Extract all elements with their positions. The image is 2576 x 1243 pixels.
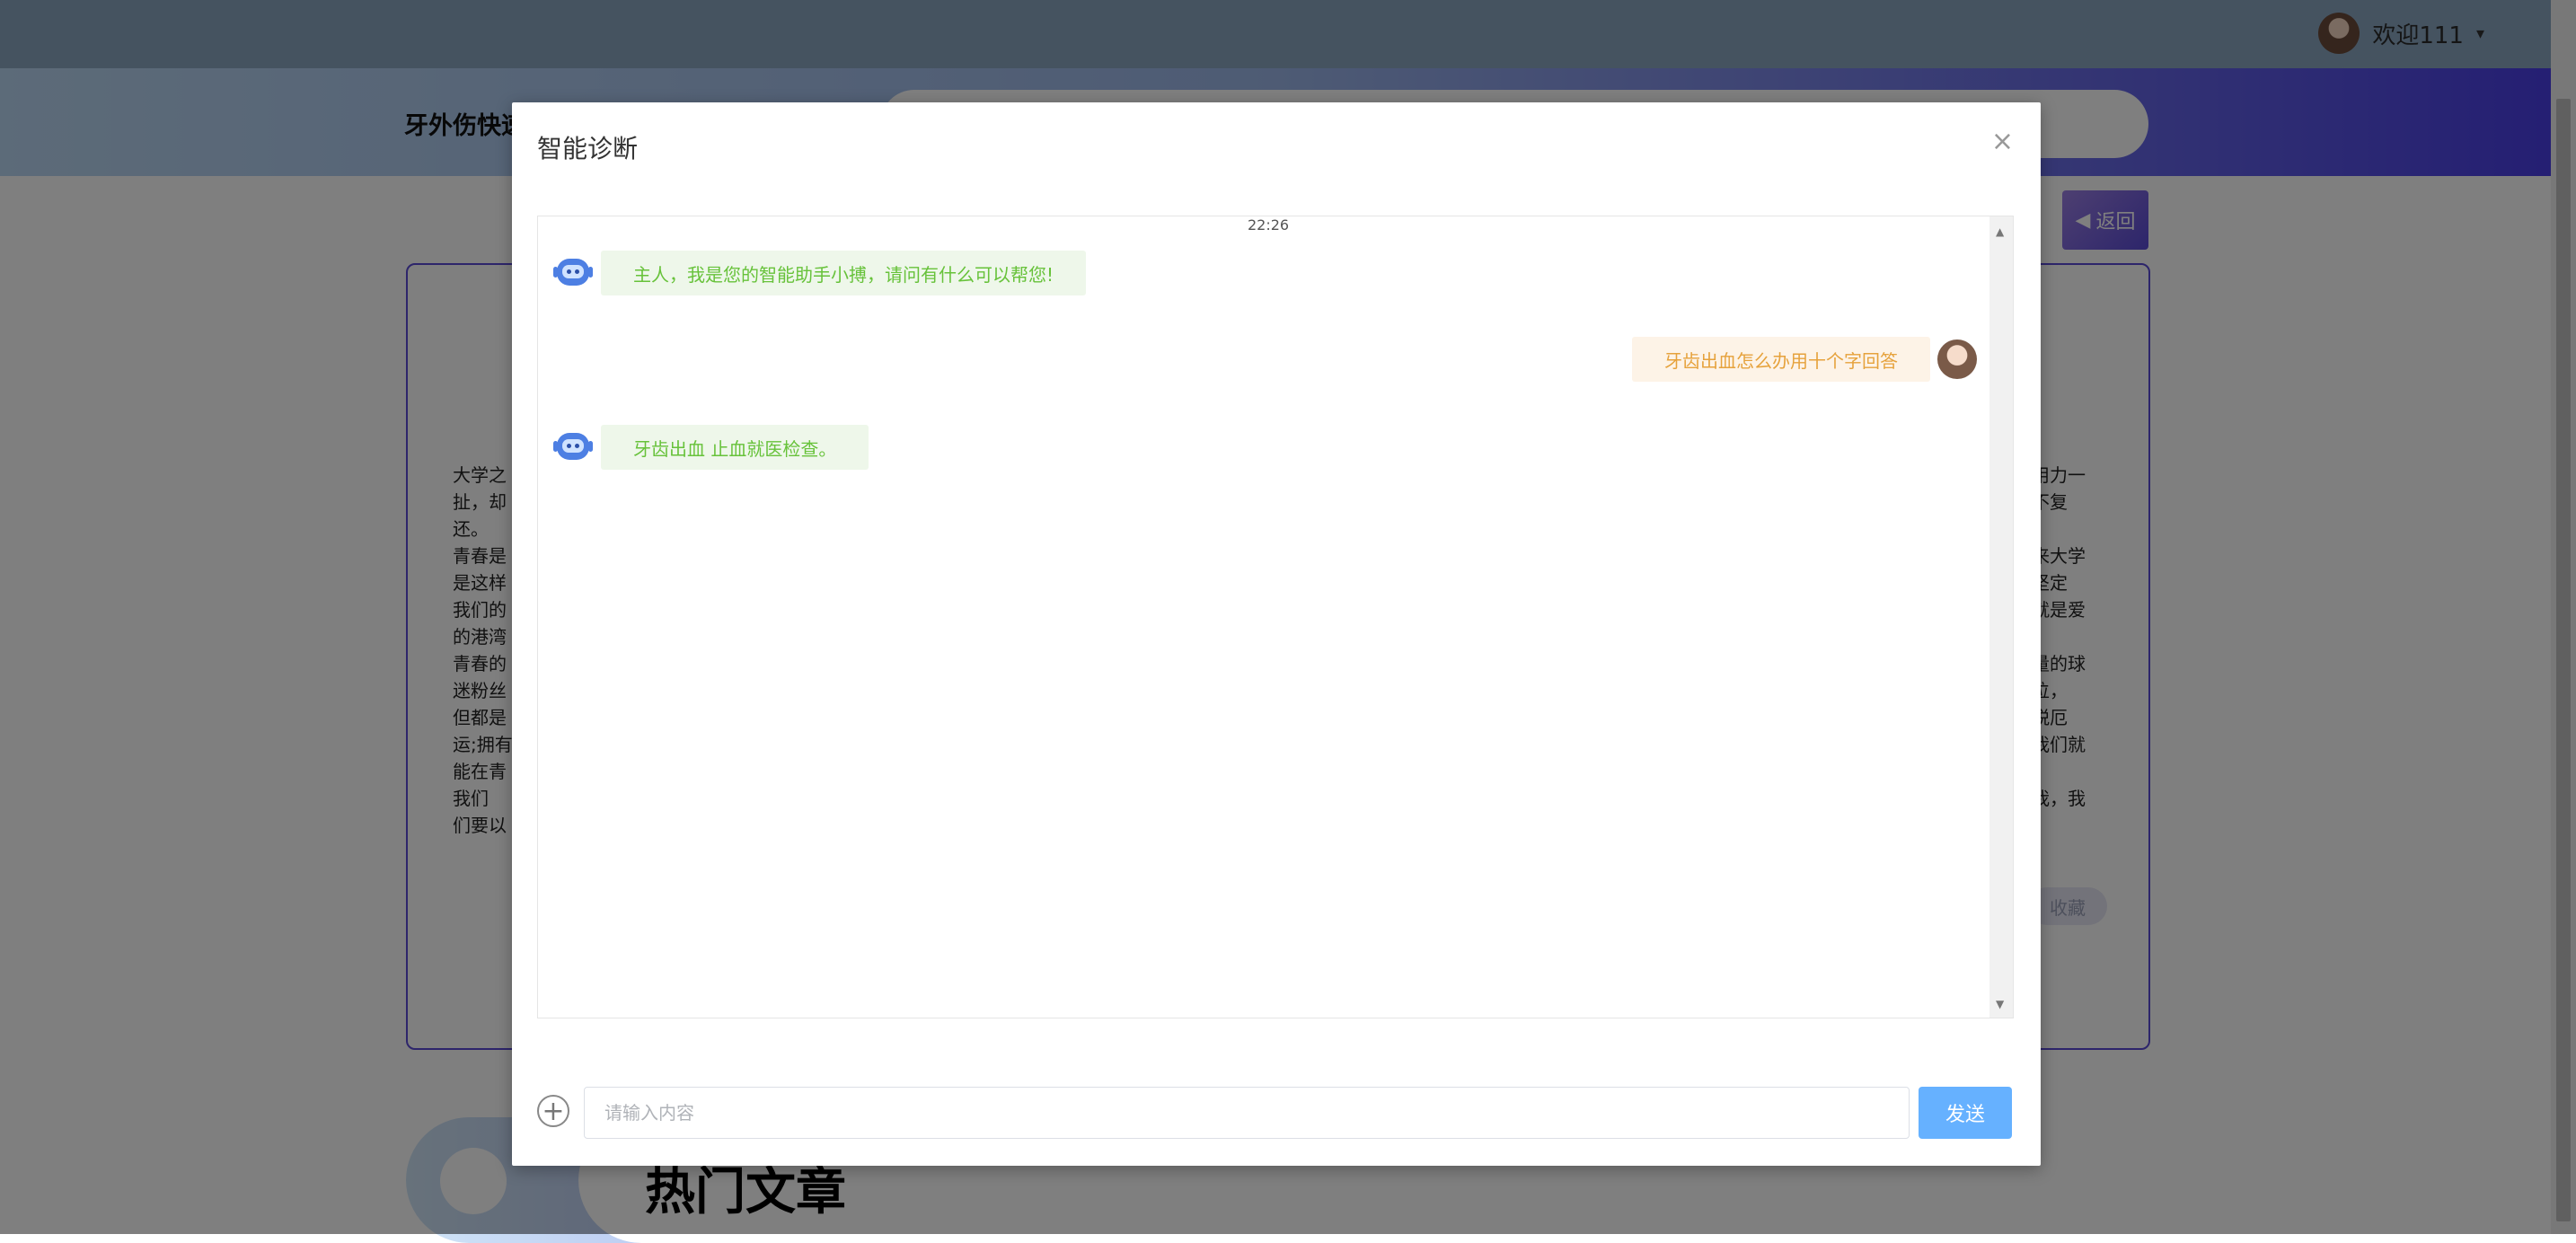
chat-input[interactable] (584, 1087, 1910, 1139)
scroll-down-icon[interactable]: ▼ (1996, 998, 2004, 1010)
robot-icon (552, 252, 594, 294)
robot-icon (552, 427, 594, 468)
bot-bubble: 牙齿出血 止血就医检查。 (601, 425, 869, 470)
diagnosis-dialog: 智能诊断 × 22:26 主人，我是您的智能助手小搏，请问有什么可以帮您! 牙齿… (512, 102, 2041, 1166)
chat-scrollbar[interactable]: ▲ ▼ (1989, 216, 2013, 1018)
close-icon[interactable]: × (1991, 126, 2014, 157)
scroll-up-icon[interactable]: ▲ (1996, 225, 2004, 238)
user-chat-avatar (1937, 339, 1977, 379)
plus-circle-icon[interactable]: + (537, 1095, 569, 1127)
chat-timestamp: 22:26 (1248, 216, 1290, 234)
chat-area[interactable]: 22:26 主人，我是您的智能助手小搏，请问有什么可以帮您! 牙齿出血怎么办用十… (537, 216, 2014, 1018)
chat-message-bot: 主人，我是您的智能助手小搏，请问有什么可以帮您! (552, 251, 1087, 295)
user-bubble: 牙齿出血怎么办用十个字回答 (1632, 337, 1930, 382)
chat-message-bot: 牙齿出血 止血就医检查。 (552, 425, 869, 470)
dialog-title: 智能诊断 (537, 134, 639, 163)
send-button[interactable]: 发送 (1919, 1087, 2012, 1139)
chat-message-user: 牙齿出血怎么办用十个字回答 (1632, 337, 1977, 382)
bot-bubble: 主人，我是您的智能助手小搏，请问有什么可以帮您! (601, 251, 1087, 295)
chat-input-bar: + 发送 (537, 1087, 2012, 1139)
